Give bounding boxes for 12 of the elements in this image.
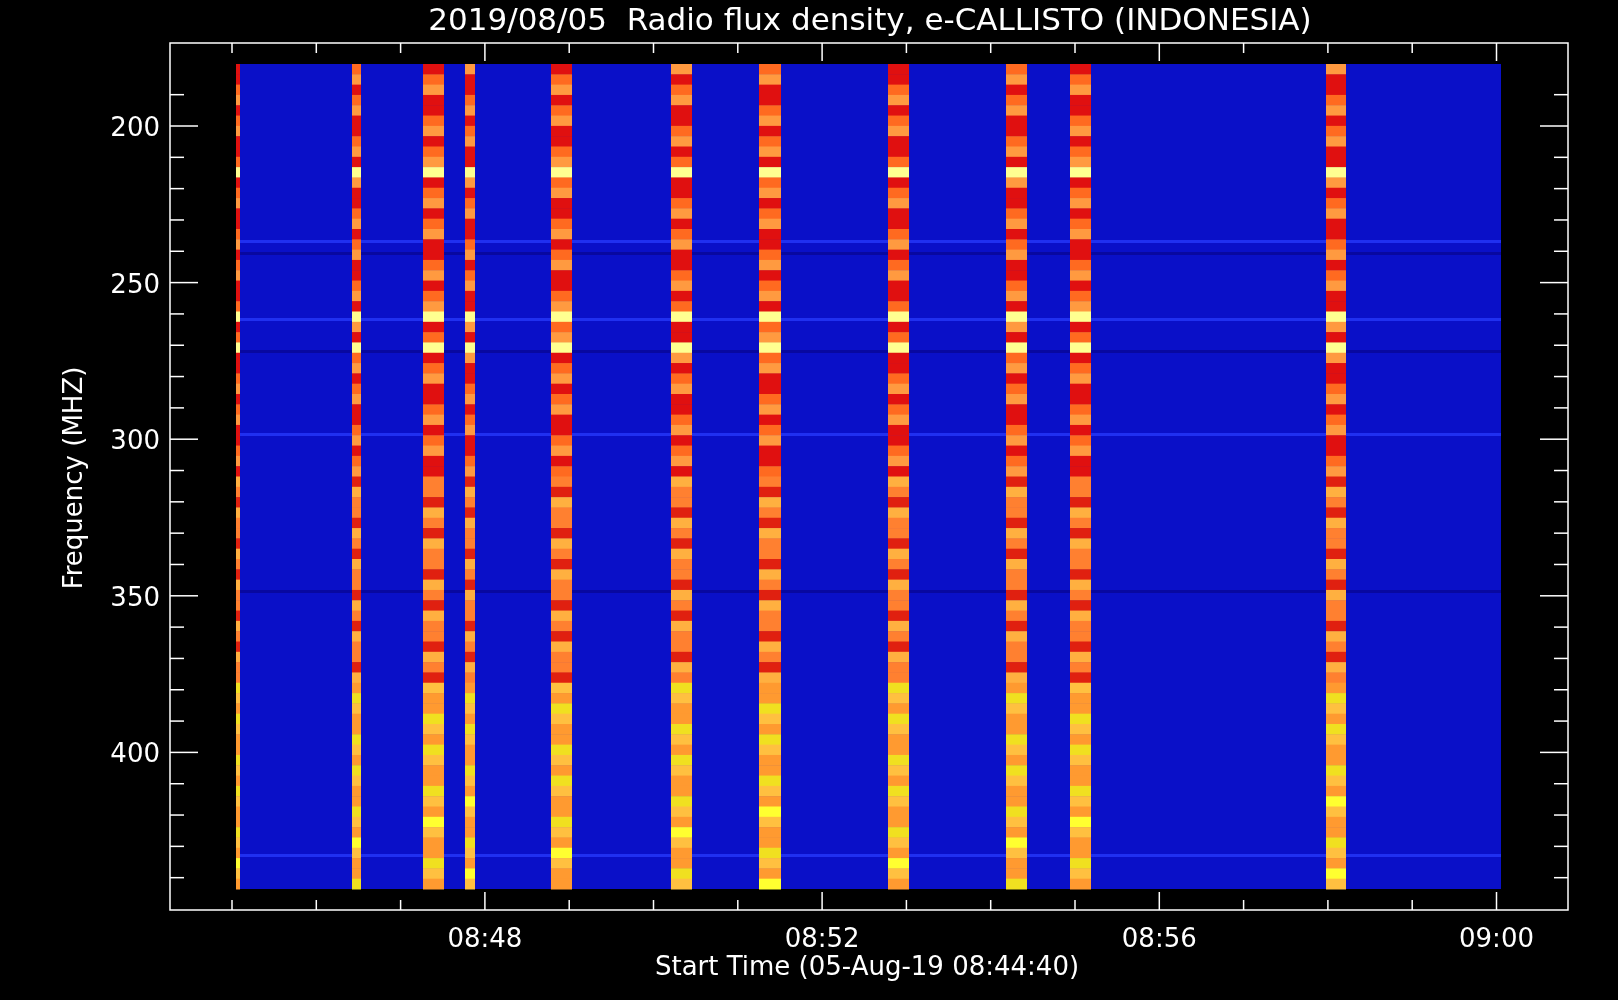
x-tick-label: 08:52 [784, 923, 860, 953]
y-axis-label: Frequency (MHZ) [58, 366, 88, 590]
y-tick-label: 250 [110, 268, 160, 299]
chart-title: 2019/08/05 Radio flux density, e-CALLISTO (INDONESIA) [428, 1, 1312, 37]
y-tick-label: 200 [110, 112, 160, 142]
x-tick-label: 08:48 [447, 923, 523, 953]
x-tick-label: 08:56 [1121, 923, 1197, 953]
x-axis-label: Start Time (05-Aug-19 08:44:40) [654, 951, 1080, 981]
x-tick-label: 09:00 [1459, 923, 1534, 953]
y-tick-label: 400 [110, 738, 160, 769]
y-tick-label: 300 [110, 425, 160, 456]
y-tick-label: 350 [110, 581, 160, 612]
